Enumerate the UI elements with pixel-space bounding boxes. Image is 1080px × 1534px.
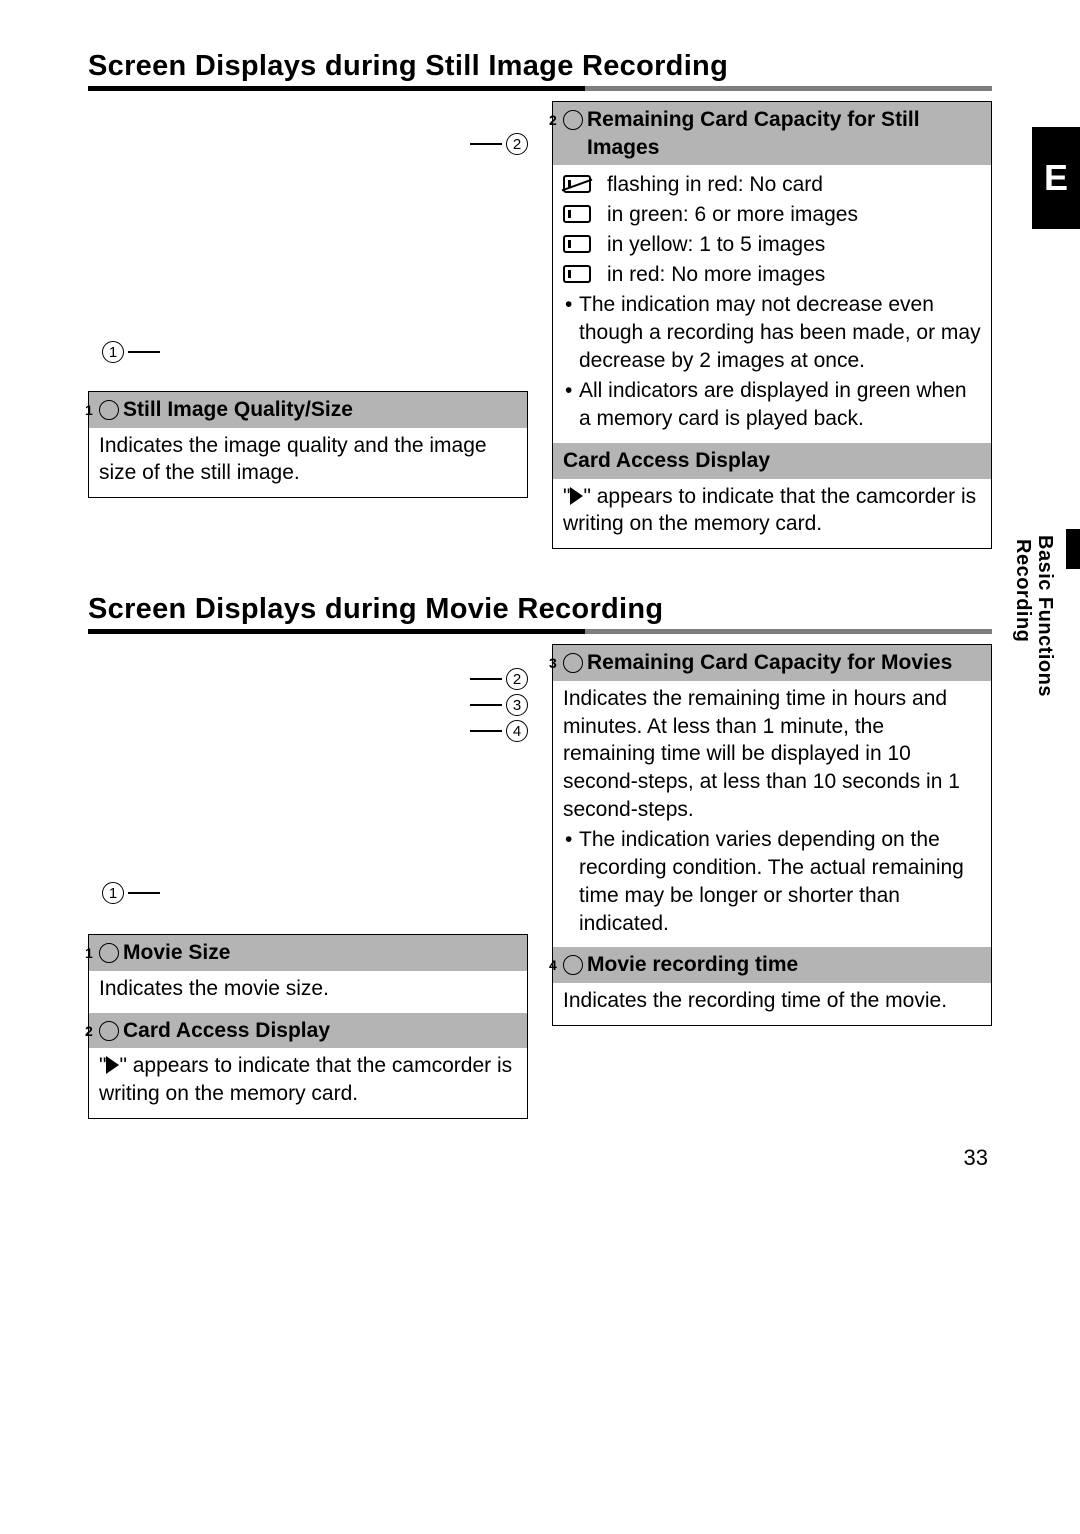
play-icon xyxy=(570,487,583,505)
cap-list-3: in red: No more images xyxy=(607,261,825,289)
movie-rectime-body: Indicates the recording time of the movi… xyxy=(563,987,981,1015)
circled-2-icon: 2 xyxy=(99,1021,119,1041)
callout-4-icon: 4 xyxy=(506,720,528,742)
card-icon xyxy=(563,235,591,253)
circled-1-icon: 1 xyxy=(99,400,119,420)
callout-3-icon: 3 xyxy=(506,694,528,716)
circled-4-icon: 4 xyxy=(563,955,583,975)
language-tab: E xyxy=(1032,127,1080,229)
still-heading: Screen Displays during Still Image Recor… xyxy=(88,50,992,91)
still-diagram: 1 2 xyxy=(88,101,528,391)
movie-access-header: 2Card Access Display xyxy=(89,1013,527,1049)
still-capacity-header: 2Remaining Card Capacity for Still Image… xyxy=(553,102,991,165)
page-number: 33 xyxy=(964,1145,988,1171)
cap-list-2: in yellow: 1 to 5 images xyxy=(607,231,825,259)
movie-heading: Screen Displays during Movie Recording xyxy=(88,593,992,634)
no-card-icon xyxy=(563,175,591,193)
movie-access-body: "" appears to indicate that the camcorde… xyxy=(99,1052,517,1107)
circled-2-icon: 2 xyxy=(563,110,583,130)
cap-note-1: All indicators are displayed in green wh… xyxy=(563,377,981,432)
circled-1-icon: 1 xyxy=(99,943,119,963)
side-text-main: Basic Functions xyxy=(1034,535,1056,697)
card-access-header: Card Access Display xyxy=(553,443,991,479)
card-icon xyxy=(563,205,591,223)
cap-list-1: in green: 6 or more images xyxy=(607,201,858,229)
card-icon xyxy=(563,265,591,283)
movie-capacity-header: 3Remaining Card Capacity for Movies xyxy=(553,645,991,681)
callout-1-icon: 1 xyxy=(102,882,124,904)
card-access-body: "" appears to indicate that the camcorde… xyxy=(563,483,981,538)
still-quality-body: Indicates the image quality and the imag… xyxy=(99,432,517,487)
callout-1-icon: 1 xyxy=(102,341,124,363)
movie-section: Screen Displays during Movie Recording 1… xyxy=(88,593,992,1119)
side-text-sub: Recording xyxy=(1012,539,1034,697)
cap-note-0: The indication may not decrease even tho… xyxy=(563,291,981,374)
movie-size-header: 1Movie Size xyxy=(89,935,527,971)
section-side-label: Basic Functions Recording xyxy=(1032,535,1080,755)
play-icon xyxy=(106,1056,119,1074)
still-image-section: Screen Displays during Still Image Recor… xyxy=(88,50,992,549)
circled-3-icon: 3 xyxy=(563,653,583,673)
movie-capacity-body: Indicates the remaining time in hours an… xyxy=(563,685,981,824)
movie-diagram: 1 2 3 4 xyxy=(88,644,528,934)
movie-rectime-header: 4Movie recording time xyxy=(553,947,991,983)
callout-2-icon: 2 xyxy=(506,133,528,155)
callout-2-icon: 2 xyxy=(506,668,528,690)
movie-size-body: Indicates the movie size. xyxy=(99,975,517,1003)
still-quality-header: 1Still Image Quality/Size xyxy=(89,392,527,428)
cap-list-0: flashing in red: No card xyxy=(607,171,823,199)
movie-cap-note-0: The indication varies depending on the r… xyxy=(563,826,981,937)
